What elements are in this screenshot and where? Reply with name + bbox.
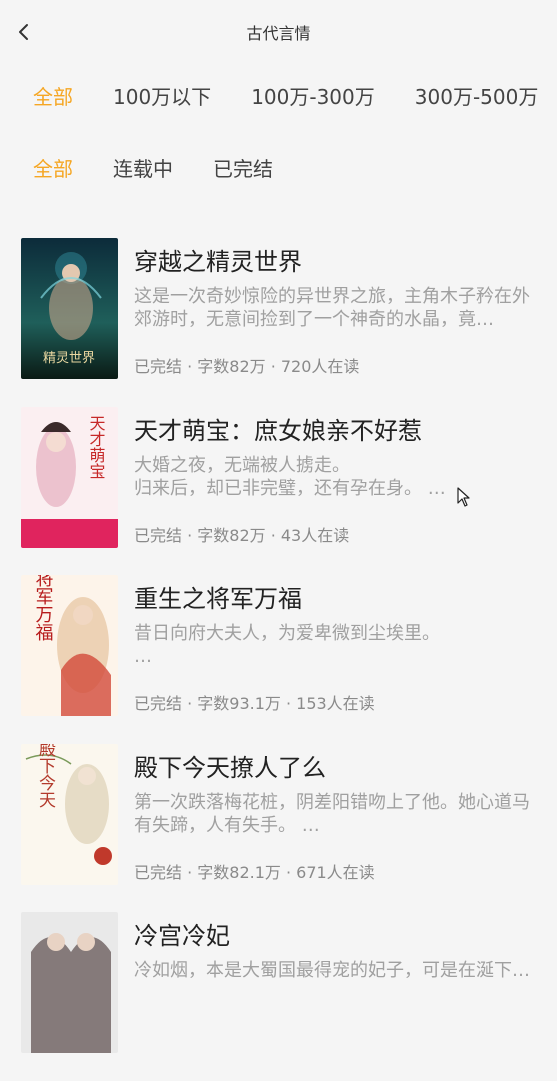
word-count-filter: 全部 100万以下 100万-300万 300万-500万 — [33, 80, 557, 110]
mouse-pointer-icon — [457, 487, 471, 511]
filter-status-all[interactable]: 全部 — [33, 153, 73, 182]
book-cover: 殿下今天 — [21, 743, 118, 885]
book-title[interactable]: 冷宫冷妃 — [134, 916, 230, 951]
book-item[interactable]: 精灵世界 穿越之精灵世界 这是一次奇妙惊险的异世界之旅，主角木子矜在外郊游时，无… — [0, 238, 557, 407]
book-meta: 已完结 · 字数93.1万 · 153人在读 — [134, 694, 375, 713]
cover-title-text: 将军万福 — [33, 575, 54, 641]
book-description: 大婚之夜，无端被人掳走。 归来后，却已非完璧，还有孕在身。 … — [134, 454, 446, 499]
filter-word-all[interactable]: 全部 — [33, 81, 73, 110]
cover-title-text: 精灵世界 — [43, 351, 95, 366]
book-cover — [21, 912, 118, 1053]
book-list: 精灵世界 穿越之精灵世界 这是一次奇妙惊险的异世界之旅，主角木子矜在外郊游时，无… — [0, 238, 557, 1081]
book-item[interactable]: 殿下今天 殿下今天撩人了么 第一次跌落梅花桩，阴差阳错吻上了他。她心道马有失蹄，… — [0, 743, 557, 913]
cover-title-text: 殿下今天 — [35, 744, 56, 808]
cover-title-text: 天才萌宝 — [87, 415, 106, 479]
filter-ongoing[interactable]: 连载中 — [113, 153, 173, 182]
book-title[interactable]: 天才萌宝：庶女娘亲不好惹 — [134, 411, 422, 446]
book-meta: 已完结 · 字数82万 · 43人在读 — [134, 525, 350, 545]
filter-under-1m[interactable]: 100万以下 — [113, 81, 211, 110]
filter-completed[interactable]: 已完结 — [213, 153, 273, 182]
book-item[interactable]: 天才萌宝 天才萌宝：庶女娘亲不好惹 大婚之夜，无端被人掳走。 归来后，却已非完璧… — [0, 406, 557, 576]
book-title[interactable]: 穿越之精灵世界 — [134, 242, 302, 277]
book-cover: 天才萌宝 — [21, 406, 118, 548]
book-item[interactable]: 冷宫冷妃 冷如烟，本是大蜀国最得宠的妃子，可是在涎下… — [0, 912, 557, 1081]
book-meta: 已完结 · 字数82万 · 720人在读 — [134, 357, 360, 376]
book-title[interactable]: 重生之将军万福 — [134, 579, 302, 614]
page-title: 古代言情 — [246, 24, 311, 43]
book-description: 冷如烟，本是大蜀国最得宠的妃子，可是在涎下… — [134, 960, 530, 981]
book-description: 这是一次奇妙惊险的异世界之旅，主角木子矜在外郊游时，无意间捡到了一个神奇的水晶，… — [134, 286, 530, 330]
book-description: 第一次跌落梅花桩，阴差阳错吻上了他。她心道马有失蹄，人有失手。 … — [134, 791, 530, 836]
top-bar: 古代言情 — [0, 0, 557, 62]
filter-1m-3m[interactable]: 100万-300万 — [251, 81, 375, 110]
status-filter: 全部 连载中 已完结 — [33, 152, 313, 182]
filter-3m-5m[interactable]: 300万-500万 — [415, 81, 539, 110]
book-meta: 已完结 · 字数82.1万 · 671人在读 — [134, 862, 375, 882]
book-title[interactable]: 殿下今天撩人了么 — [134, 748, 326, 783]
book-description: 昔日向府大夫人，为爱卑微到尘埃里。 … — [134, 623, 440, 667]
book-cover: 精灵世界 — [21, 238, 118, 379]
book-cover: 将军万福 — [21, 575, 118, 716]
book-item[interactable]: 将军万福 重生之将军万福 昔日向府大夫人，为爱卑微到尘埃里。 … 已完结 · 字… — [0, 575, 557, 744]
